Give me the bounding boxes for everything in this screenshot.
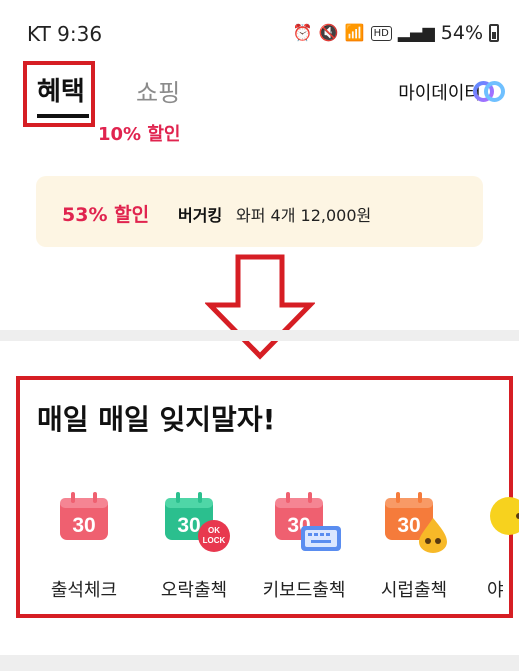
wifi-icon: 📶 — [344, 23, 365, 42]
banner-description: 와퍼 4개 12,000원 — [236, 206, 372, 225]
calendar-lock-icon: 30 OK LOCK — [165, 492, 230, 552]
partial-icon — [490, 497, 519, 535]
discount-badge: 10% 할인 — [98, 124, 181, 145]
item-label: 키보드출첵 — [262, 580, 346, 601]
keyboard-check-item[interactable]: 30 키보드출첵 — [249, 488, 359, 608]
orak-check-item[interactable]: 30 OK LOCK 오락출첵 — [139, 488, 249, 608]
calendar-keyboard-icon: 30 — [275, 492, 341, 551]
item-label: 야 — [487, 580, 504, 601]
mydata-link-icon[interactable] — [472, 76, 506, 106]
banner-brand: 버거킹 — [178, 206, 223, 225]
svg-text:OK: OK — [208, 526, 220, 535]
carrier-time: KT 9:36 — [27, 22, 103, 46]
alarm-icon: ⏰ — [292, 23, 313, 42]
mydata-link[interactable]: 마이데이터 — [398, 79, 481, 105]
syrup-check-item[interactable]: 30 시럽출첵 — [359, 488, 469, 608]
partial-check-item[interactable]: 야 — [469, 488, 519, 608]
status-icons: ⏰ 🔇 📶 HD ▂▄▆ 54% — [293, 22, 499, 44]
down-arrow-annotation — [205, 254, 315, 360]
battery-icon — [489, 24, 499, 42]
tab-shopping[interactable]: 쇼핑 — [136, 73, 180, 108]
item-label: 출석체크 — [50, 580, 118, 601]
svg-text:LOCK: LOCK — [203, 536, 226, 545]
calendar-icon: 30 — [60, 492, 108, 540]
promo-banner[interactable]: 53% 할인 버거킹 와퍼 4개 12,000원 — [36, 176, 483, 247]
status-bar: KT 9:36 ⏰ 🔇 📶 HD ▂▄▆ 54% — [0, 0, 519, 64]
svg-text:30: 30 — [177, 514, 200, 537]
section-title: 매일 매일 잊지말자! — [37, 403, 276, 436]
bottom-divider — [0, 655, 519, 671]
item-label: 오락출첵 — [160, 580, 228, 601]
hd-icon: HD — [370, 25, 392, 41]
battery-percent: 54% — [440, 22, 483, 44]
highlight-box-tab — [23, 61, 95, 127]
signal-icon: ▂▄▆ — [397, 23, 435, 42]
calendar-syrup-icon: 30 — [385, 492, 447, 553]
attendance-check-item[interactable]: 30 출석체크 — [29, 488, 139, 608]
section-divider — [0, 330, 519, 341]
mute-icon: 🔇 — [318, 23, 339, 42]
svg-text:30: 30 — [397, 514, 420, 537]
item-label: 시럽출첵 — [380, 580, 448, 601]
banner-discount: 53% 할인 — [62, 204, 150, 226]
svg-text:30: 30 — [72, 514, 95, 537]
